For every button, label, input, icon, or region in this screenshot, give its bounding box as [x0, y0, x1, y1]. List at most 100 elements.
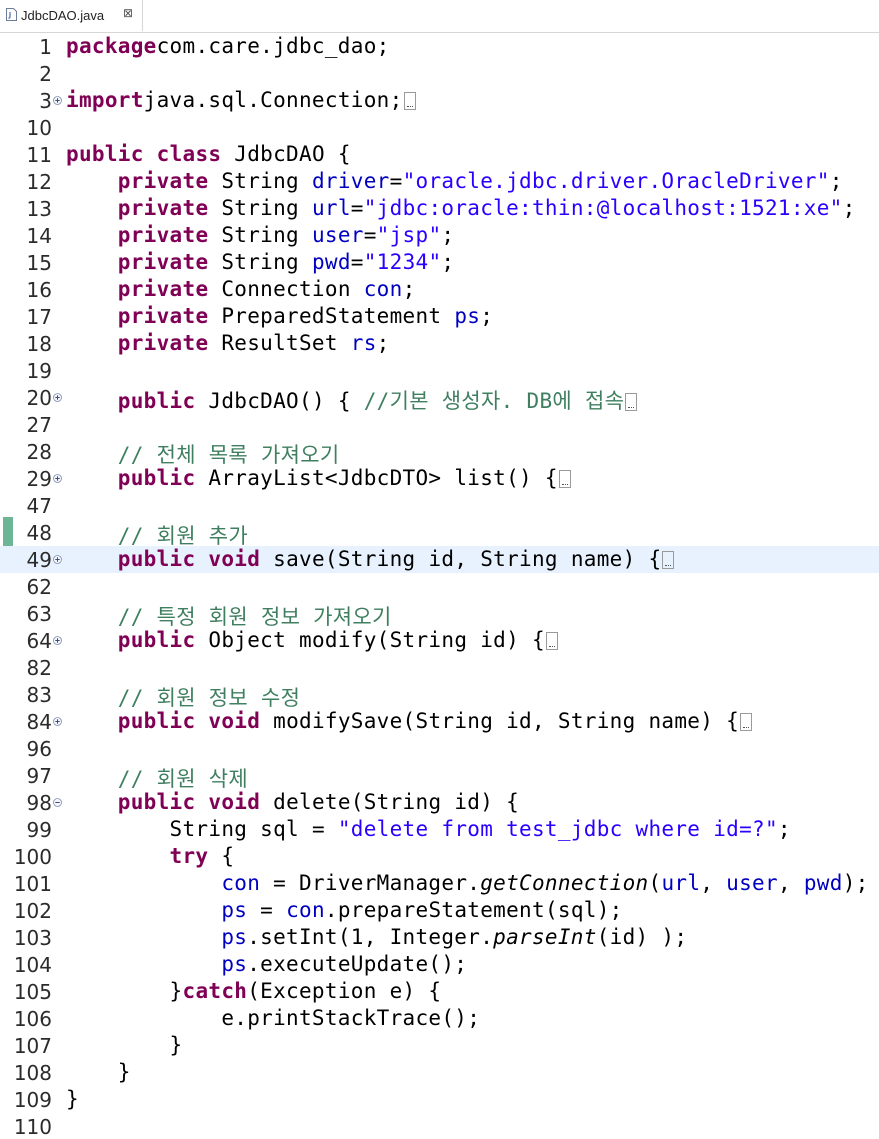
code-line-11[interactable]: 11 public class JdbcDAO {	[0, 141, 879, 168]
code-line-63[interactable]: 63 // 특정 회원 정보 가져오기	[0, 600, 879, 629]
code-text[interactable]: private Connection con;	[66, 277, 416, 301]
code-line-102[interactable]: 102 ps = con.prepareStatement(sql);	[0, 897, 879, 924]
code-line-17[interactable]: 17 private PreparedStatement ps;	[0, 303, 879, 330]
code-text[interactable]: }	[66, 1060, 131, 1084]
code-line-64[interactable]: 64 public Object modify(String id) {	[0, 627, 879, 654]
code-editor[interactable]: 1 packagecom.care.jdbc_dao; 2 3 importjava.s…	[0, 33, 879, 1139]
collapsed-region-marker[interactable]	[545, 632, 558, 650]
code-text[interactable]: try {	[66, 844, 234, 868]
code-line-103[interactable]: 103 ps.setInt(1, Integer.parseInt(id) );	[0, 924, 879, 951]
code-line-20[interactable]: 20 public JdbcDAO() { //기본 생성자. DB에 접속	[0, 384, 879, 413]
code-line-97[interactable]: 97 // 회원 삭제	[0, 762, 879, 791]
code-line-107[interactable]: 107 }	[0, 1032, 879, 1059]
fold-expand-icon[interactable]	[53, 474, 62, 483]
code-text[interactable]: private String driver="oracle.jdbc.drive…	[66, 169, 843, 193]
code-text[interactable]: public ArrayList<JdbcDTO> list() {	[66, 466, 571, 490]
code-line-83[interactable]: 83 // 회원 정보 수정	[0, 681, 879, 710]
code-line-96[interactable]: 96	[0, 735, 879, 762]
line-number: 99	[26, 818, 52, 842]
code-text[interactable]: public class JdbcDAO {	[66, 142, 351, 166]
line-number: 83	[26, 683, 52, 707]
code-text[interactable]: con = DriverManager.getConnection(url, u…	[66, 871, 869, 895]
code-text[interactable]: public void save(String id, String name)…	[66, 547, 675, 571]
code-line-16[interactable]: 16 private Connection con;	[0, 276, 879, 303]
code-token: ;	[376, 331, 390, 355]
code-token: ,	[700, 871, 727, 895]
collapsed-region-marker[interactable]	[403, 92, 416, 110]
code-line-15[interactable]: 15 private String pwd="1234";	[0, 249, 879, 276]
code-text[interactable]: importjava.sql.Connection;	[66, 88, 416, 112]
fold-expand-icon[interactable]	[53, 636, 62, 645]
code-line-82[interactable]: 82	[0, 654, 879, 681]
code-token: =	[350, 196, 364, 220]
collapsed-region-marker[interactable]	[558, 470, 571, 488]
code-line-62[interactable]: 62	[0, 573, 879, 600]
code-text[interactable]: private String url="jdbc:oracle:thin:@lo…	[66, 196, 856, 220]
code-text[interactable]: }	[66, 1033, 183, 1057]
code-text[interactable]: public Object modify(String id) {	[66, 628, 558, 652]
code-line-109[interactable]: 109}	[0, 1086, 879, 1113]
code-text[interactable]: ps.executeUpdate();	[66, 952, 467, 976]
comment-token: // 회원 삭제	[117, 767, 249, 791]
code-line-10[interactable]: 10	[0, 114, 879, 141]
comment-token: // 특정 회원 정보 가져오기	[117, 605, 392, 629]
code-line-2[interactable]: 2	[0, 60, 879, 87]
line-number: 105	[13, 980, 52, 1004]
code-line-104[interactable]: 104 ps.executeUpdate();	[0, 951, 879, 978]
line-number: 20	[26, 386, 52, 410]
collapsed-region-marker[interactable]	[625, 393, 638, 411]
code-line-27[interactable]: 27	[0, 411, 879, 438]
code-text[interactable]: String sql = "delete from test_jdbc wher…	[66, 817, 791, 841]
collapsed-region-marker[interactable]	[740, 713, 753, 731]
fold-collapse-icon[interactable]	[53, 798, 62, 807]
code-line-106[interactable]: 106 e.printStackTrace();	[0, 1005, 879, 1032]
code-text[interactable]: public void delete(String id) {	[66, 790, 519, 814]
code-line-3[interactable]: 3 importjava.sql.Connection;	[0, 87, 879, 114]
code-line-49[interactable]: 49 public void save(String id, String na…	[0, 546, 879, 573]
fold-expand-icon[interactable]	[53, 96, 62, 105]
code-line-14[interactable]: 14 private String user="jsp";	[0, 222, 879, 249]
code-line-47[interactable]: 47	[0, 492, 879, 519]
code-line-12[interactable]: 12 private String driver="oracle.jdbc.dr…	[0, 168, 879, 195]
code-line-29[interactable]: 29 public ArrayList<JdbcDTO> list() {	[0, 465, 879, 492]
code-line-108[interactable]: 108 }	[0, 1059, 879, 1086]
code-text[interactable]: packagecom.care.jdbc_dao;	[66, 34, 390, 58]
code-text[interactable]: private ResultSet rs;	[66, 331, 390, 355]
code-text[interactable]: }catch(Exception e) {	[66, 979, 442, 1003]
code-line-99[interactable]: 99 String sql = "delete from test_jdbc w…	[0, 816, 879, 843]
code-line-48[interactable]: 48 // 회원 추가	[0, 519, 879, 548]
code-text[interactable]: ps.setInt(1, Integer.parseInt(id) );	[66, 925, 687, 949]
line-number: 62	[26, 575, 52, 599]
code-line-13[interactable]: 13 private String url="jdbc:oracle:thin:…	[0, 195, 879, 222]
fold-expand-icon[interactable]	[53, 717, 62, 726]
code-text[interactable]: public void modifySave(String id, String…	[66, 709, 753, 733]
keyword-token: void	[208, 547, 261, 571]
line-number: 97	[26, 764, 52, 788]
code-line-19[interactable]: 19	[0, 357, 879, 384]
code-text[interactable]: private String user="jsp";	[66, 223, 454, 247]
fold-expand-icon[interactable]	[53, 393, 62, 402]
close-icon[interactable]: ⊠	[123, 6, 133, 20]
code-line-105[interactable]: 105 }catch(Exception e) {	[0, 978, 879, 1005]
code-text[interactable]: e.printStackTrace();	[66, 1006, 480, 1030]
code-line-100[interactable]: 100 try {	[0, 843, 879, 870]
code-line-98[interactable]: 98 public void delete(String id) {	[0, 789, 879, 816]
code-text[interactable]: }	[66, 1087, 79, 1111]
code-line-18[interactable]: 18 private ResultSet rs;	[0, 330, 879, 357]
fold-expand-icon[interactable]	[53, 555, 62, 564]
code-line-28[interactable]: 28 // 전체 목록 가져오기	[0, 438, 879, 467]
code-text[interactable]: ps = con.prepareStatement(sql);	[66, 898, 623, 922]
code-text[interactable]: private PreparedStatement ps;	[66, 304, 493, 328]
code-line-1[interactable]: 1 packagecom.care.jdbc_dao;	[0, 33, 879, 60]
code-line-110[interactable]: 110	[0, 1113, 879, 1139]
tab-jdbcdao-java[interactable]: JdbcDAO.java ⊠	[0, 0, 143, 31]
code-text[interactable]: private String pwd="1234";	[66, 250, 454, 274]
code-line-84[interactable]: 84 public void modifySave(String id, Str…	[0, 708, 879, 735]
code-line-101[interactable]: 101 con = DriverManager.getConnection(ur…	[0, 870, 879, 897]
code-token: Object modify(String id) {	[195, 628, 545, 652]
collapsed-region-marker[interactable]	[662, 551, 675, 569]
string-token: "jsp"	[376, 223, 442, 247]
